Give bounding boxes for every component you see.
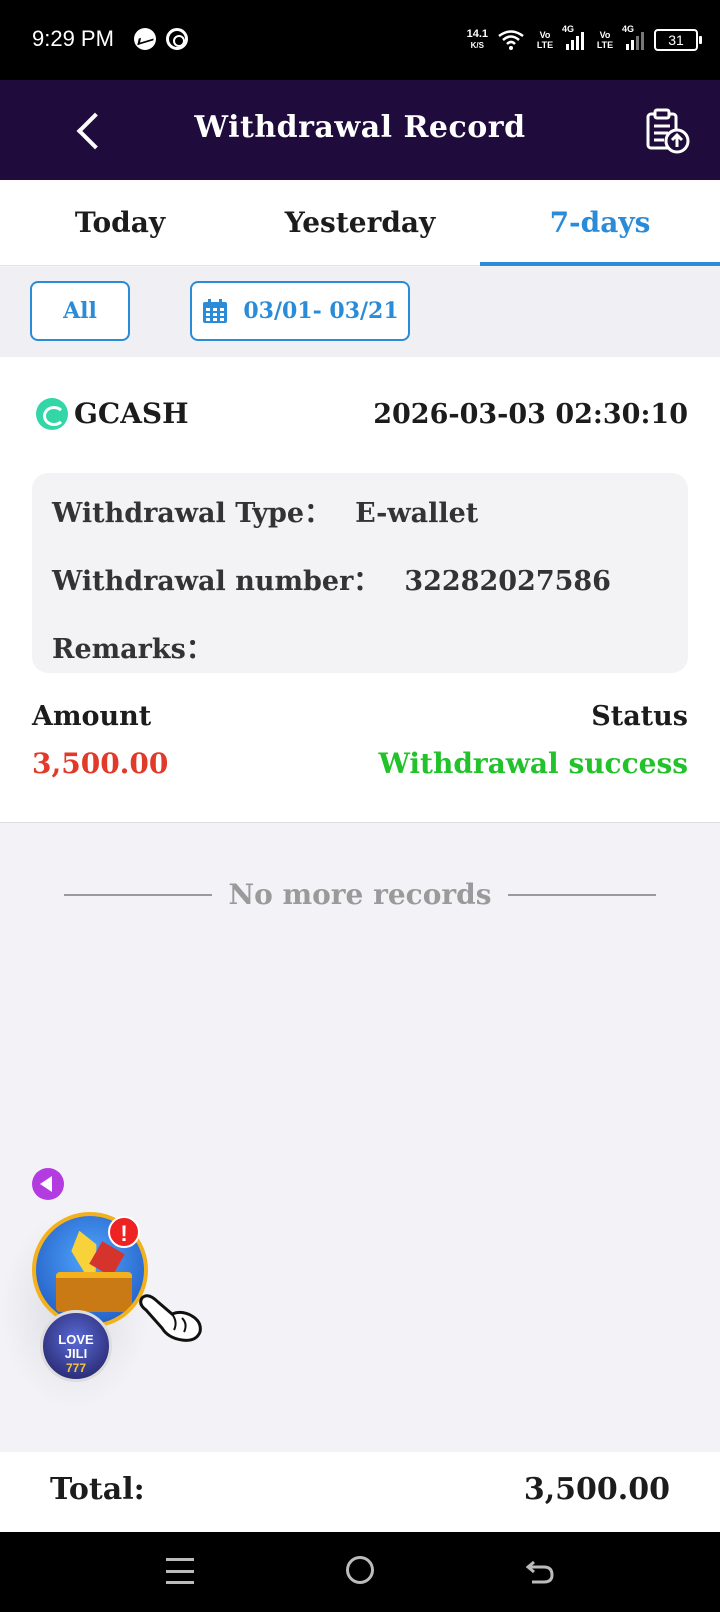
tab-yesterday[interactable]: Yesterday [240,180,480,265]
withdrawal-number-row: Withdrawal number： 32282027586 [52,559,611,598]
menu-icon[interactable] [166,1558,194,1584]
no-more-records-text: No more records [228,878,492,911]
withdrawal-type-value: E-wallet [355,498,479,529]
system-nav-bar [0,1532,720,1612]
app-header: Withdrawal Record [0,80,720,180]
date-range-button[interactable]: 03/01- 03/21 [190,281,410,341]
status-value: Withdrawal success [378,747,688,780]
pointing-hand-icon [139,1294,202,1342]
remarks-label: Remarks： [52,634,213,665]
status-time: 9:29 PM [32,26,114,51]
gcash-logo-icon [36,397,68,430]
status-label: Status [591,701,688,732]
record-datetime: 2026-03-03 02:30:10 [373,399,688,430]
record-details: Withdrawal Type： E-wallet Withdrawal numb… [32,473,688,673]
wifi-icon [498,30,524,50]
clipboard-upload-icon[interactable] [642,106,692,156]
provider: GCASH [36,397,189,430]
total-bar: Total: 3,500.00 [0,1452,720,1532]
withdrawal-number-value: 32282027586 [404,566,611,597]
amount-value: 3,500.00 [32,747,169,780]
volte-label-2: Vo LTE [596,30,614,50]
type-filter-button[interactable]: All [30,281,130,341]
status-bar: 9:29 PM 14.1 K/S Vo LTE 4G Vo LTE 4G 31 [0,0,720,80]
back-icon[interactable] [524,1554,556,1586]
divider-left [64,893,213,896]
volte-label-1: Vo LTE [536,30,554,50]
messenger-icon [134,28,156,50]
alert-badge: ! [108,1216,140,1248]
withdrawal-type-row: Withdrawal Type： E-wallet [52,491,478,530]
withdrawal-number-label: Withdrawal number： [52,566,381,597]
total-label: Total: [50,1472,145,1507]
withdrawal-type-label: Withdrawal Type： [52,498,332,529]
fingerprint-icon [166,28,188,50]
date-tabs: Today Yesterday 7-days [0,180,720,266]
date-range-label: 03/01- 03/21 [243,298,399,324]
provider-name: GCASH [74,397,189,430]
total-value: 3,500.00 [523,1472,670,1507]
signal-icon-2: 4G [622,24,644,50]
remarks-row: Remarks： [52,627,237,666]
status-indicators: 14.1 K/S Vo LTE 4G Vo LTE 4G 31 [466,24,702,56]
calendar-icon [203,299,228,323]
type-filter-label: All [63,298,97,324]
withdrawal-record-card: GCASH 2026-03-03 02:30:10 Withdrawal Typ… [0,357,720,823]
home-icon[interactable] [346,1556,374,1584]
divider-right [507,893,656,896]
page-title: Withdrawal Record [194,110,526,145]
tab-7-days[interactable]: 7-days [480,180,720,266]
battery-icon: 31 [654,29,702,51]
tab-today[interactable]: Today [0,180,240,265]
list-end-indicator: No more records [64,878,656,911]
collapse-arrow-icon[interactable] [32,1168,64,1200]
amount-label: Amount [32,701,152,732]
filter-row: All 03/01- 03/21 [0,267,720,357]
love-jili-game-icon[interactable]: LOVE JILI 777 [40,1310,112,1382]
signal-icon: 4G [562,24,584,50]
net-speed: 14.1 K/S [466,28,488,51]
